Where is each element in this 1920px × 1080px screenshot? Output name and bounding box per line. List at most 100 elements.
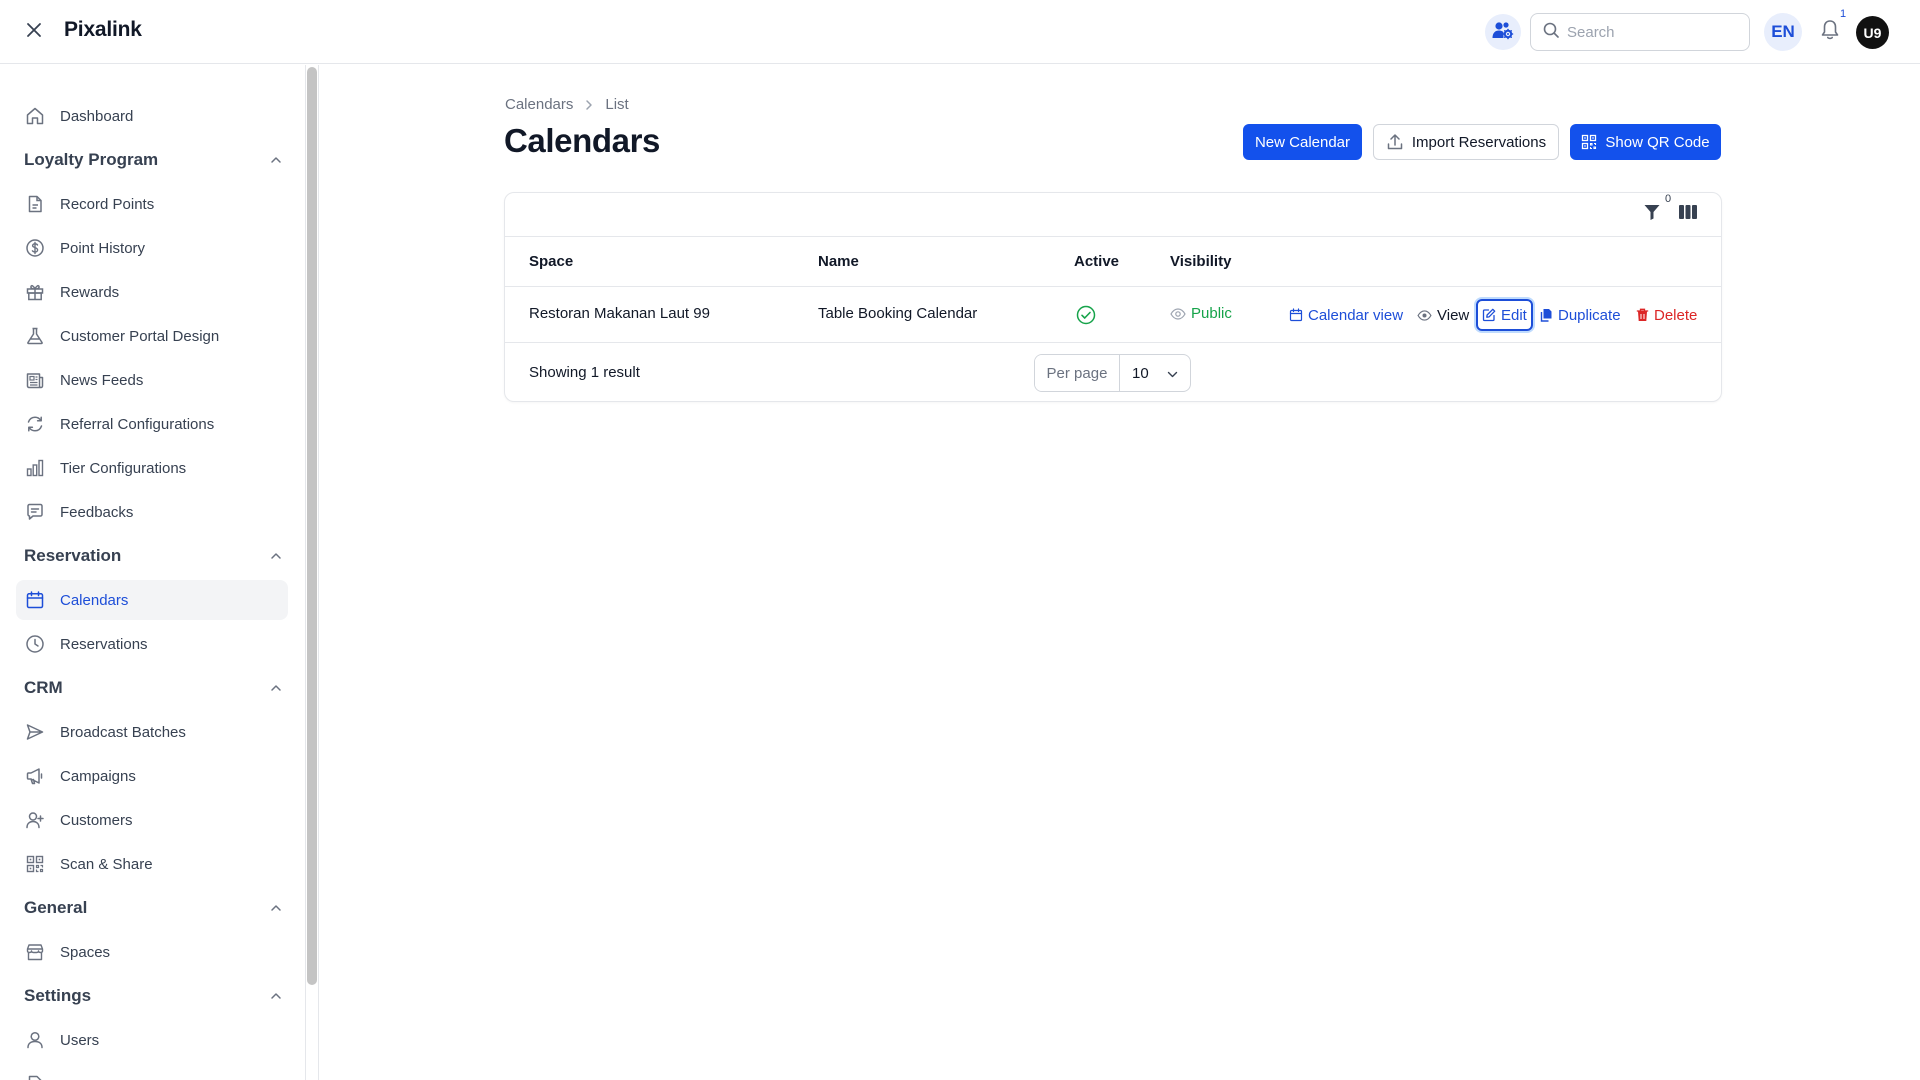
- per-page-select[interactable]: 10: [1120, 355, 1190, 391]
- qr-code-icon: [24, 853, 46, 875]
- sidebar-item-campaigns[interactable]: Campaigns: [16, 756, 288, 796]
- sidebar-group-reservation[interactable]: Reservation: [24, 541, 282, 571]
- sidebar-item-partial[interactable]: [16, 1064, 288, 1080]
- sidebar-item-label: Calendars: [60, 591, 129, 609]
- sidebar-item-label: Rewards: [60, 283, 120, 301]
- column-header-space[interactable]: Space: [529, 253, 573, 270]
- chevron-right-icon: [585, 99, 593, 111]
- refresh-icon: [24, 413, 46, 435]
- breadcrumb-root-link[interactable]: Calendars: [505, 96, 573, 113]
- sidebar-item-label: Scan & Share: [60, 855, 153, 873]
- sidebar-item-spaces[interactable]: Spaces: [16, 932, 288, 972]
- duplicate-action[interactable]: Duplicate: [1539, 299, 1621, 331]
- eye-icon: [1170, 307, 1186, 320]
- edit-icon: [1482, 308, 1496, 322]
- breadcrumb-current: List: [605, 96, 629, 113]
- sidebar-group-label: Settings: [24, 986, 92, 1005]
- sidebar-item-customer-portal-design[interactable]: Customer Portal Design: [16, 316, 288, 356]
- table-footer: Showing 1 result Per page 10: [505, 343, 1721, 403]
- sidebar-group-settings[interactable]: Settings: [24, 981, 282, 1011]
- show-qr-code-button[interactable]: Show QR Code: [1570, 124, 1721, 160]
- user-icon: [24, 1029, 46, 1051]
- column-toggle-button[interactable]: [1677, 203, 1699, 225]
- sidebar-item-broadcast-batches[interactable]: Broadcast Batches: [16, 712, 288, 752]
- column-header-active[interactable]: Active: [1074, 253, 1119, 270]
- bar-chart-icon: [24, 457, 46, 479]
- sidebar-item-feedbacks[interactable]: Feedbacks: [16, 492, 288, 532]
- sidebar-item-referral-configurations[interactable]: Referral Configurations: [16, 404, 288, 444]
- filter-count-badge: 0: [1665, 193, 1672, 205]
- team-settings-button[interactable]: [1485, 14, 1521, 50]
- delete-action[interactable]: Delete: [1636, 299, 1697, 331]
- page-title: Calendars: [504, 122, 660, 159]
- sidebar-item-label: Record Points: [60, 195, 155, 213]
- sidebar-item-calendars[interactable]: Calendars: [16, 580, 288, 620]
- language-switcher[interactable]: EN: [1764, 13, 1802, 51]
- view-label: View: [1437, 306, 1470, 324]
- calendars-table: 0 Space Name Active Visibility Restoran …: [504, 192, 1722, 402]
- sidebar-item-reservations[interactable]: Reservations: [16, 624, 288, 664]
- filter-button[interactable]: [1641, 203, 1663, 225]
- sidebar-item-rewards[interactable]: Rewards: [16, 272, 288, 312]
- column-header-visibility[interactable]: Visibility: [1170, 253, 1231, 270]
- sidebar-group-label: Loyalty Program: [24, 150, 159, 169]
- search-box[interactable]: [1530, 13, 1750, 51]
- sidebar-item-label: Feedbacks: [60, 503, 134, 521]
- chevron-up-icon: [270, 151, 282, 169]
- sidebar-group-general[interactable]: General: [24, 893, 282, 923]
- sidebar-group-crm[interactable]: CRM: [24, 673, 282, 703]
- notification-count-badge: 1: [1840, 8, 1847, 20]
- table-toolbar: 0: [505, 193, 1721, 237]
- qr-code-icon: [1581, 134, 1597, 150]
- column-header-name[interactable]: Name: [818, 253, 859, 270]
- sidebar-item-label: Reservations: [60, 635, 148, 653]
- active-check-icon: [1076, 305, 1096, 325]
- edit-label: Edit: [1501, 306, 1527, 324]
- sidebar-scrollbar[interactable]: [307, 67, 317, 985]
- sidebar-item-scan-share[interactable]: Scan & Share: [16, 844, 288, 884]
- clock-icon: [24, 633, 46, 655]
- gift-icon: [24, 281, 46, 303]
- chevron-up-icon: [270, 899, 282, 917]
- sidebar-item-label: Customers: [60, 811, 133, 829]
- sidebar-item-record-points[interactable]: Record Points: [16, 184, 288, 224]
- chat-icon: [24, 501, 46, 523]
- flask-icon: [24, 325, 46, 347]
- sidebar-item-label: News Feeds: [60, 371, 144, 389]
- duplicate-icon: [1539, 308, 1553, 322]
- import-reservations-button[interactable]: Import Reservations: [1373, 124, 1559, 160]
- edit-action[interactable]: Edit: [1476, 299, 1533, 331]
- sidebar-item-tier-configurations[interactable]: Tier Configurations: [16, 448, 288, 488]
- sidebar-item-dashboard[interactable]: Dashboard: [16, 96, 288, 136]
- new-calendar-button[interactable]: New Calendar: [1243, 124, 1362, 160]
- send-icon: [24, 721, 46, 743]
- close-icon: [25, 21, 43, 44]
- top-bar: Pixalink EN 1 U9: [0, 0, 1920, 64]
- trash-icon: [1636, 308, 1649, 322]
- user-avatar[interactable]: U9: [1856, 16, 1889, 49]
- cell-name: Table Booking Calendar: [818, 305, 978, 322]
- sidebar-item-customers[interactable]: Customers: [16, 800, 288, 840]
- sidebar-item-users[interactable]: Users: [16, 1020, 288, 1060]
- chevron-up-icon: [270, 679, 282, 697]
- bell-icon: [1820, 19, 1840, 46]
- search-icon: [1543, 22, 1559, 43]
- brand-logo-text[interactable]: Pixalink: [64, 18, 142, 42]
- view-action[interactable]: View: [1417, 299, 1469, 331]
- home-icon: [24, 105, 46, 127]
- calendar-view-label: Calendar view: [1308, 306, 1404, 324]
- sidebar-group-label: CRM: [24, 678, 63, 697]
- search-input[interactable]: [1567, 23, 1737, 41]
- sidebar-item-news-feeds[interactable]: News Feeds: [16, 360, 288, 400]
- sidebar-item-label: Broadcast Batches: [60, 723, 186, 741]
- sidebar-item-point-history[interactable]: Point History: [16, 228, 288, 268]
- sidebar-item-label: Customer Portal Design: [60, 327, 220, 345]
- visibility-label: Public: [1191, 305, 1232, 322]
- close-sidebar-button[interactable]: [22, 20, 46, 44]
- per-page-control: Per page 10: [1034, 354, 1191, 392]
- sidebar-item-label: Point History: [60, 239, 146, 257]
- new-calendar-label: New Calendar: [1254, 133, 1351, 151]
- sidebar-group-loyalty-program[interactable]: Loyalty Program: [24, 145, 282, 175]
- duplicate-label: Duplicate: [1558, 306, 1621, 324]
- calendar-view-action[interactable]: Calendar view: [1289, 299, 1403, 331]
